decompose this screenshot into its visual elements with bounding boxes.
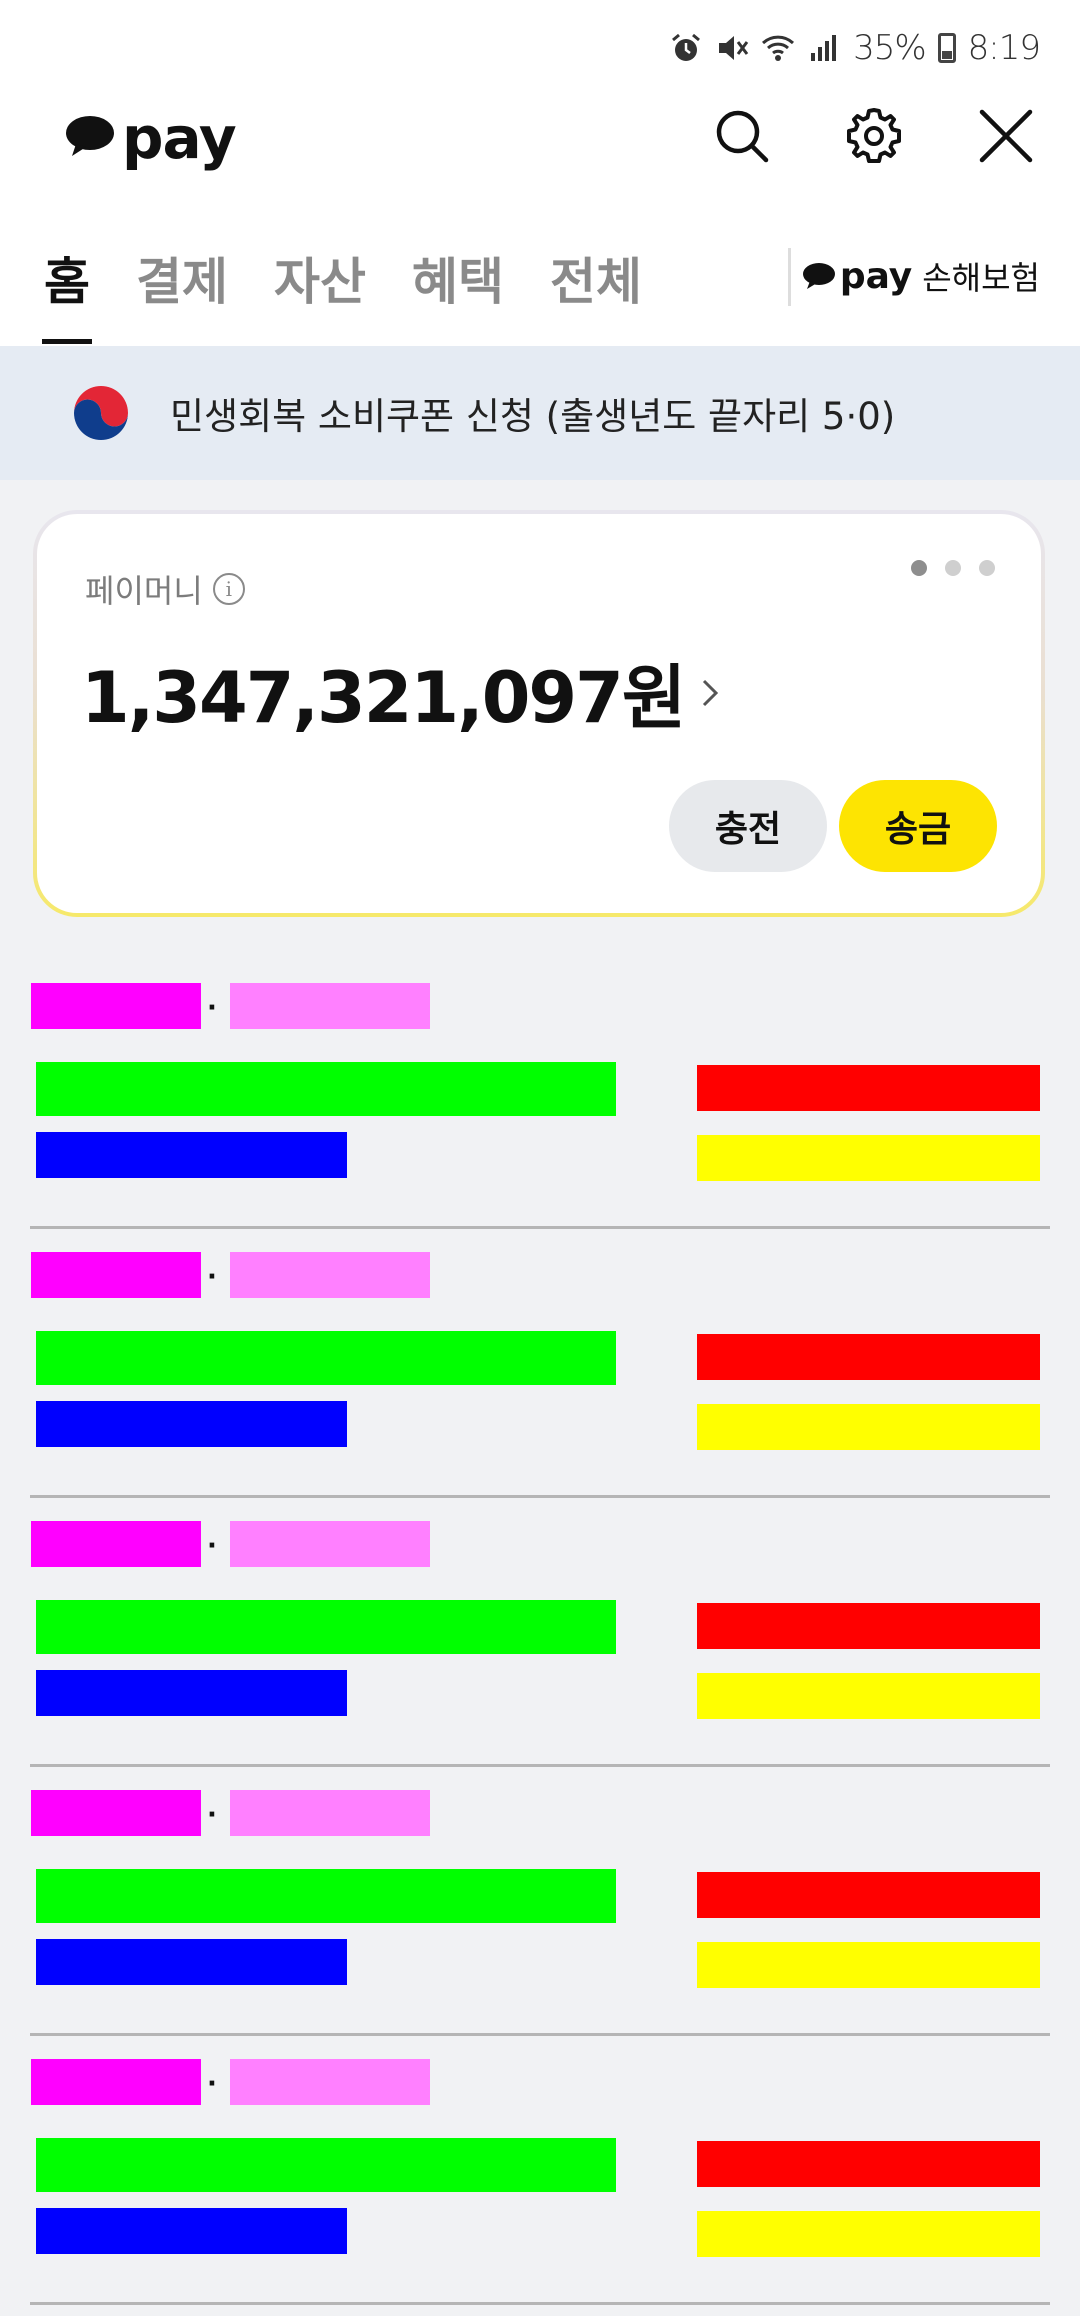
- main-tabs: 홈 결제 자산 혜택 전체: [42, 230, 688, 344]
- signal-icon: [807, 31, 841, 65]
- government-emblem-icon: [74, 386, 128, 440]
- redacted-block: [36, 1331, 616, 1385]
- redacted-block: [31, 2059, 201, 2105]
- close-button[interactable]: [970, 100, 1042, 172]
- speech-bubble-icon: [64, 114, 116, 162]
- list-item[interactable]: ·: [30, 960, 1050, 1229]
- pay-money-label-group: 페이머니 i: [85, 566, 245, 612]
- insurance-link[interactable]: pay 손해보험: [802, 248, 1040, 304]
- redacted-block: [36, 1869, 616, 1923]
- transaction-list: · · · · ·: [0, 960, 1080, 2305]
- redacted-block: [36, 1062, 616, 1116]
- status-bar: 35% 8:19: [669, 22, 1041, 74]
- banner-text: 민생회복 소비쿠폰 신청 (출생년도 끝자리 5·0): [170, 395, 896, 438]
- redacted-block: [36, 1939, 347, 1985]
- tab-all[interactable]: 전체: [550, 230, 642, 344]
- redacted-block: [230, 2059, 430, 2105]
- pager-dot: [979, 560, 995, 576]
- tab-home[interactable]: 홈: [42, 230, 92, 344]
- redacted-block: [697, 1673, 1040, 1719]
- tab-assets[interactable]: 자산: [274, 230, 366, 344]
- clock: 8:19: [967, 28, 1041, 68]
- insurance-label: 손해보험: [922, 259, 1040, 297]
- chevron-right-icon: [703, 679, 719, 706]
- separator-dot: ·: [207, 993, 217, 1023]
- redacted-block: [697, 1603, 1040, 1649]
- battery-icon: [937, 33, 956, 63]
- redacted-block: [697, 2211, 1040, 2257]
- redacted-block: [697, 1942, 1040, 1988]
- tab-payment[interactable]: 결제: [136, 230, 228, 344]
- redacted-block: [697, 1404, 1040, 1450]
- redacted-block: [230, 983, 430, 1029]
- logo-text: pay: [122, 104, 237, 172]
- battery-percent: 35%: [853, 28, 927, 68]
- tab-benefits[interactable]: 혜택: [412, 230, 504, 344]
- redacted-block: [697, 1065, 1040, 1111]
- redacted-block: [36, 1670, 347, 1716]
- redacted-block: [36, 1132, 347, 1178]
- redacted-block: [31, 1252, 201, 1298]
- pay-money-card: 페이머니 i 1,347,321,097원 충전 송금: [33, 510, 1045, 917]
- list-item[interactable]: ·: [30, 1229, 1050, 1498]
- pager-dot: [911, 560, 927, 576]
- tab-divider: [788, 248, 791, 306]
- app-top-area: 35% 8:19 pay 홈 결제 자산 혜택 전체 pay 손해보험: [0, 0, 1080, 346]
- pager-dot: [945, 560, 961, 576]
- list-item[interactable]: ·: [30, 1767, 1050, 2036]
- balance-link[interactable]: 1,347,321,097원: [81, 642, 724, 743]
- search-icon: [716, 110, 769, 163]
- search-button[interactable]: [706, 100, 778, 172]
- redacted-block: [697, 1334, 1040, 1380]
- settings-icon: [847, 108, 901, 163]
- card-pager: [911, 560, 995, 576]
- redacted-block: [697, 2141, 1040, 2187]
- separator-dot: ·: [207, 1800, 217, 1830]
- send-button[interactable]: 송금: [839, 780, 997, 872]
- redacted-block: [697, 1135, 1040, 1181]
- redacted-block: [36, 1401, 347, 1447]
- separator-dot: ·: [207, 1262, 217, 1292]
- redacted-block: [36, 2208, 347, 2254]
- list-item[interactable]: ·: [30, 1498, 1050, 1767]
- redacted-block: [36, 1600, 616, 1654]
- info-icon[interactable]: i: [212, 573, 245, 605]
- notice-banner[interactable]: 민생회복 소비쿠폰 신청 (출생년도 끝자리 5·0): [0, 346, 1080, 480]
- alarm-icon: [669, 31, 703, 65]
- separator-dot: ·: [207, 2069, 217, 2099]
- redacted-block: [230, 1521, 430, 1567]
- speech-bubble-icon: [802, 263, 835, 289]
- redacted-block: [230, 1790, 430, 1836]
- charge-button[interactable]: 충전: [669, 780, 827, 872]
- redacted-block: [230, 1252, 430, 1298]
- insurance-pay-text: pay: [839, 255, 913, 297]
- wifi-icon: [761, 31, 795, 65]
- close-icon: [979, 109, 1033, 163]
- redacted-block: [697, 1872, 1040, 1918]
- redacted-block: [31, 983, 201, 1029]
- settings-button[interactable]: [838, 100, 910, 172]
- pay-money-label: 페이머니: [85, 572, 203, 610]
- redacted-block: [31, 1521, 201, 1567]
- mute-icon: [715, 31, 749, 65]
- redacted-block: [36, 2138, 616, 2192]
- list-item[interactable]: ·: [30, 2036, 1050, 2305]
- kakaopay-logo: pay: [64, 98, 237, 178]
- separator-dot: ·: [207, 1531, 217, 1561]
- balance-amount: 1,347,321,097원: [81, 657, 686, 739]
- redacted-block: [31, 1790, 201, 1836]
